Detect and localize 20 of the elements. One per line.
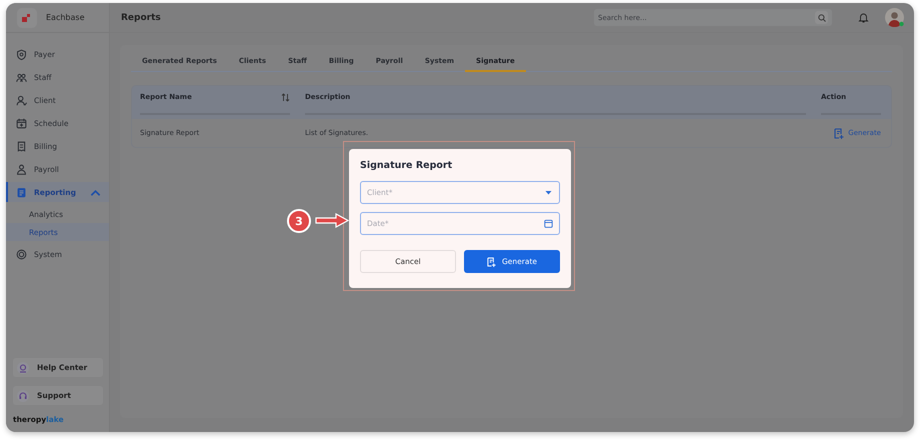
people-icon bbox=[16, 72, 27, 82]
document-plus-icon bbox=[486, 256, 496, 266]
gear-icon bbox=[16, 248, 27, 260]
avatar[interactable] bbox=[885, 8, 904, 27]
dialog-title: Signature Report bbox=[360, 160, 454, 171]
shield-icon bbox=[16, 48, 27, 60]
clipboard-icon bbox=[16, 186, 27, 198]
calendar-icon bbox=[544, 219, 553, 228]
logo-icon bbox=[22, 12, 32, 22]
page-title: Reports bbox=[121, 12, 162, 22]
sort-icon[interactable] bbox=[281, 93, 290, 102]
person-icon bbox=[16, 94, 27, 106]
brand-name: Eachbase bbox=[46, 13, 84, 22]
headset-icon bbox=[17, 390, 29, 402]
search-icon bbox=[818, 14, 826, 22]
document-plus-icon bbox=[834, 128, 844, 138]
calendar-icon bbox=[16, 118, 27, 128]
dropdown-caret-icon bbox=[544, 188, 553, 197]
bell-icon[interactable] bbox=[858, 12, 869, 23]
receipt-icon bbox=[16, 140, 27, 152]
